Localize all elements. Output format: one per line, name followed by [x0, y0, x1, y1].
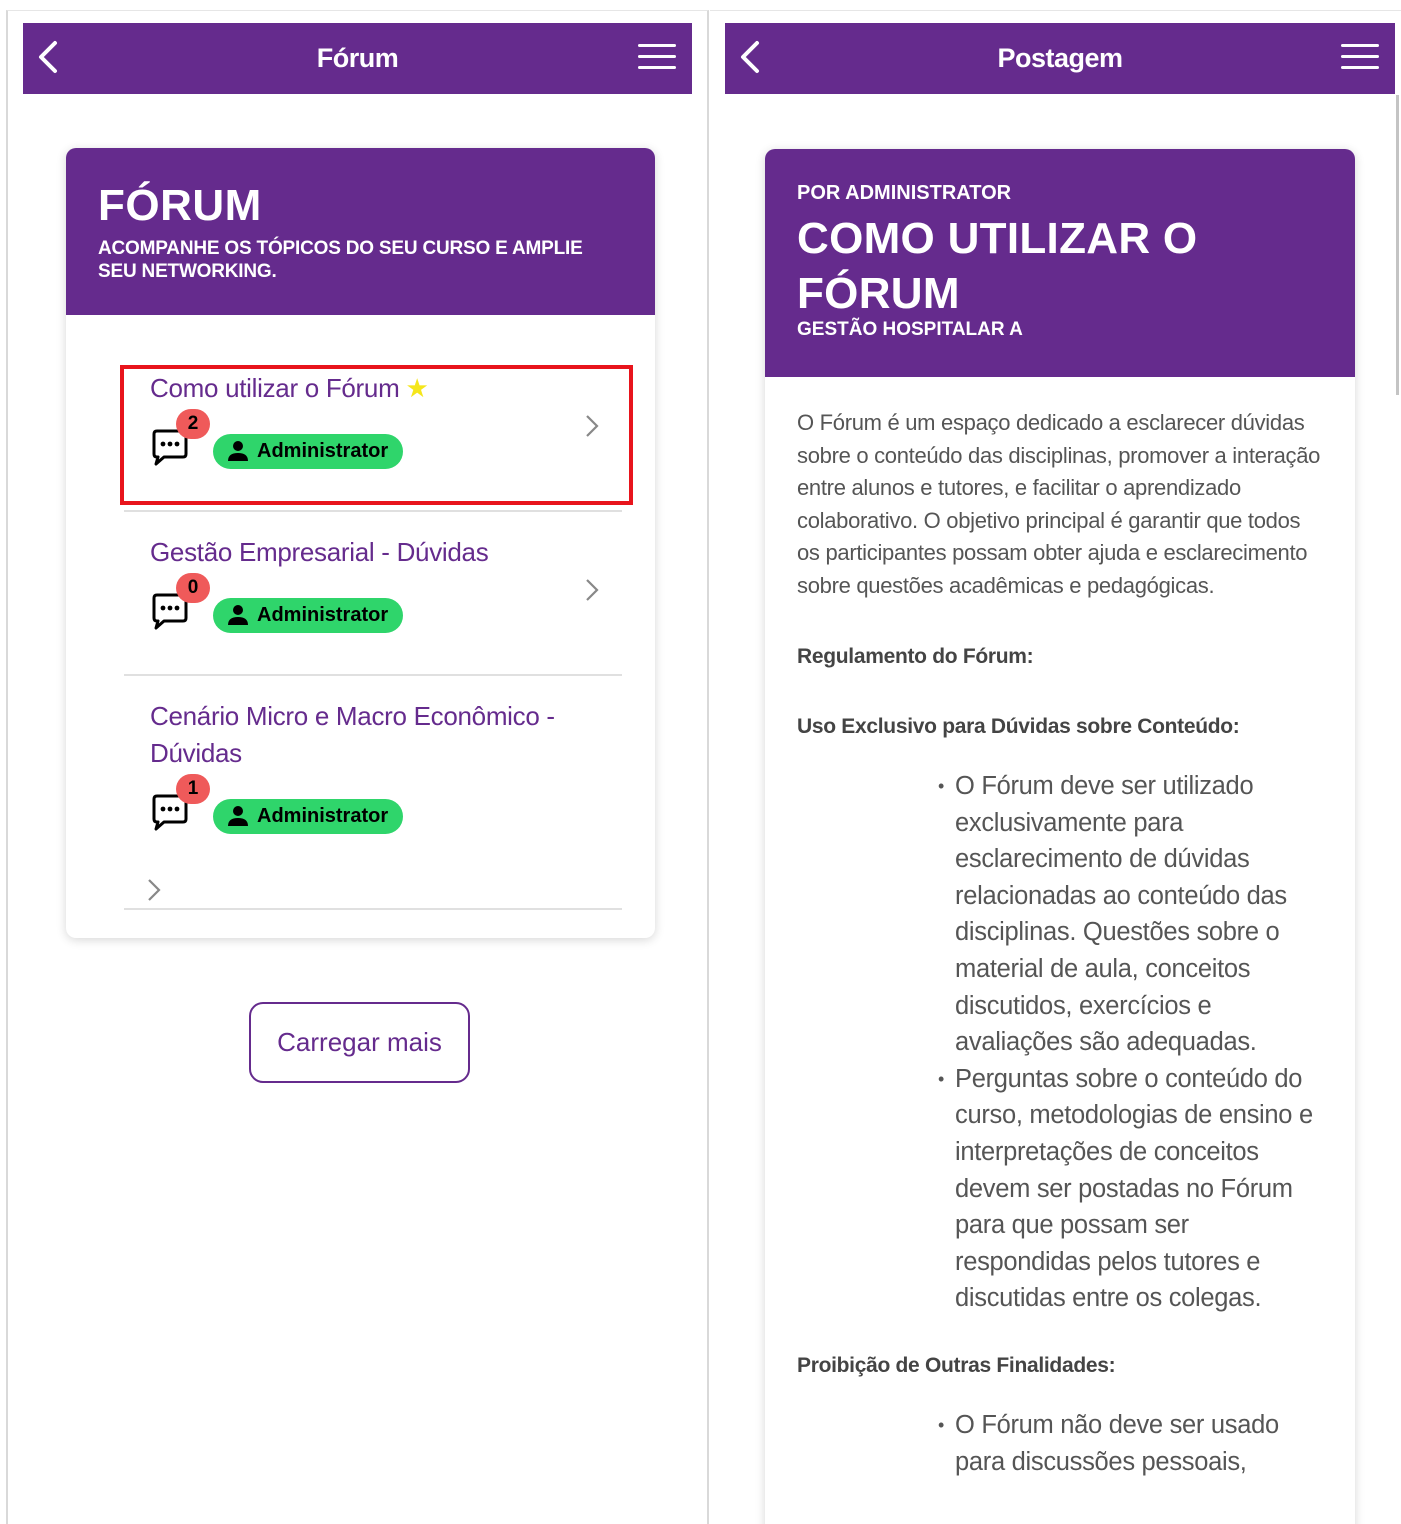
app-bar-title: Fórum: [316, 43, 399, 73]
forum-app-bar: Fórum: [23, 23, 692, 94]
scrollbar-thumb[interactable]: [1396, 95, 1399, 395]
section-heading: Uso Exclusivo para Dúvidas sobre Conteúd…: [797, 715, 1240, 738]
rules-list: O Fórum não deve ser usado para discussõ…: [938, 1407, 1323, 1480]
rule-item: Perguntas sobre o conteúdo do curso, met…: [938, 1061, 1323, 1317]
forum-screen: Fórum FÓRUM ACOMPANHE OS TÓPICOS DO SEU …: [6, 10, 709, 1524]
chevron-right-icon[interactable]: [584, 413, 600, 439]
topic-title-line: Dúvidas: [150, 738, 242, 768]
rule-item: O Fórum deve ser utilizado exclusivament…: [938, 768, 1323, 1061]
author-name: Administrator: [257, 440, 389, 462]
author-chip: Administrator: [213, 434, 403, 469]
post-title-line: COMO UTILIZAR O: [797, 214, 1198, 263]
hamburger-menu-icon[interactable]: [1341, 44, 1379, 72]
post-author: POR ADMINISTRATOR: [797, 182, 1012, 204]
forum-subheading: ACOMPANHE OS TÓPICOS DO SEU CURSO E AMPL…: [98, 238, 583, 282]
post-screen: Postagem POR ADMINISTRATOR COMO UTILIZAR…: [710, 10, 1401, 1524]
load-more-button[interactable]: Carregar mais: [249, 1002, 470, 1083]
chevron-right-icon[interactable]: [584, 577, 600, 603]
hamburger-menu-icon[interactable]: [638, 44, 676, 72]
app-bar-title: Postagem: [997, 43, 1123, 73]
user-icon: [228, 605, 248, 625]
author-chip: Administrator: [213, 799, 403, 834]
post-card: POR ADMINISTRATOR COMO UTILIZAR O FÓRUM …: [765, 149, 1355, 1524]
post-course: GESTÃO HOSPITALAR A: [797, 319, 1023, 340]
post-app-bar: Postagem: [725, 23, 1395, 94]
comment-count-badge: 0: [176, 573, 210, 603]
topic-title-line: Cenário Micro e Macro Econômico -: [150, 701, 555, 731]
author-chip: Administrator: [213, 598, 403, 633]
rules-list: O Fórum deve ser utilizado exclusivament…: [938, 768, 1323, 1317]
post-title-line: FÓRUM: [797, 269, 960, 318]
rule-item: O Fórum não deve ser usado para discussõ…: [938, 1407, 1323, 1480]
star-icon: ★: [405, 373, 429, 403]
comment-count-badge: 2: [176, 409, 210, 439]
forum-topics-card: FÓRUM ACOMPANHE OS TÓPICOS DO SEU CURSO …: [66, 148, 655, 938]
topic-title[interactable]: Como utilizar o Fórum ★: [150, 370, 429, 407]
section-heading: Proibição de Outras Finalidades:: [797, 1353, 1116, 1377]
chevron-right-icon[interactable]: [146, 877, 162, 903]
topic-item[interactable]: Cenário Micro e Macro Econômico - Dúvida…: [124, 676, 622, 910]
post-title: COMO UTILIZAR O FÓRUM: [797, 211, 1323, 321]
post-card-header: POR ADMINISTRATOR COMO UTILIZAR O FÓRUM …: [765, 149, 1355, 377]
author-name: Administrator: [257, 805, 389, 827]
topic-item[interactable]: Como utilizar o Fórum ★ 2 Administrator: [120, 345, 633, 512]
user-icon: [228, 441, 248, 461]
author-name: Administrator: [257, 604, 389, 626]
topic-item[interactable]: Gestão Empresarial - Dúvidas 0 Administr…: [124, 512, 622, 676]
forum-card-header: FÓRUM ACOMPANHE OS TÓPICOS DO SEU CURSO …: [66, 148, 655, 315]
user-icon: [228, 806, 248, 826]
topic-title[interactable]: Gestão Empresarial - Dúvidas: [150, 534, 489, 571]
regulation-heading: Regulamento do Fórum:: [797, 645, 1034, 668]
comment-count-badge: 1: [176, 774, 210, 804]
topic-title[interactable]: Cenário Micro e Macro Econômico - Dúvida…: [150, 698, 555, 772]
post-intro: O Fórum é um espaço dedicado a esclarece…: [797, 410, 1321, 598]
post-body: O Fórum é um espaço dedicado a esclarece…: [765, 377, 1355, 1480]
forum-heading: FÓRUM: [98, 181, 262, 230]
